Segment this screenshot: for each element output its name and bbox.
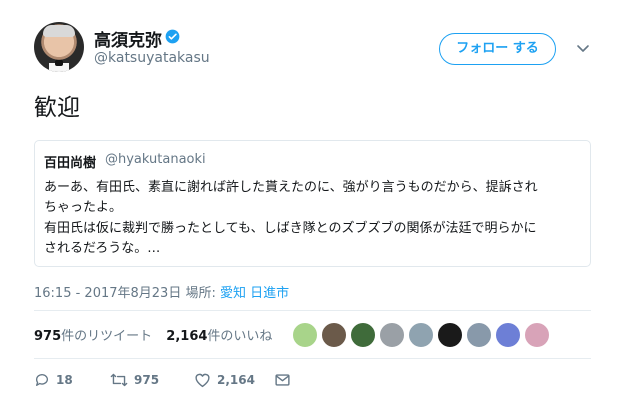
tweet-timestamp[interactable]: 16:15 - 2017年8月23日	[34, 286, 181, 301]
quoted-text-line: 有田氏は仮に裁判で勝ったとしても、しばき隊とのズブズブの関係が法廷で明らかに	[44, 221, 537, 236]
retweet-icon	[110, 373, 128, 387]
liker-avatar[interactable]	[321, 322, 347, 348]
quoted-text-line: ちゃったよ。	[44, 200, 123, 215]
like-count: 2,164	[166, 329, 208, 344]
reply-icon	[35, 374, 48, 386]
liker-avatar[interactable]	[292, 322, 318, 348]
place-label: 場所:	[185, 286, 216, 301]
quoted-user-name: 百田尚樹	[44, 156, 97, 171]
like-action-count: 2,164	[217, 373, 255, 387]
liker-avatar[interactable]	[524, 322, 550, 348]
liker-avatar[interactable]	[495, 322, 521, 348]
follow-button[interactable]: フォロー する	[439, 33, 556, 65]
envelope-icon	[275, 374, 290, 386]
user-handle[interactable]: @katsuyatakasu	[94, 50, 210, 66]
quoted-text-line: あーあ、有田氏、素直に謝れば許した貰えたのに、強がり言うものだから、提訴され	[44, 180, 538, 195]
avatar-bowtie	[55, 60, 63, 66]
user-name[interactable]: 高須克弥	[94, 26, 162, 51]
liker-avatar[interactable]	[350, 322, 376, 348]
quoted-user-handle: @hyakutanaoki	[105, 152, 206, 167]
direct-message-button[interactable]	[274, 372, 291, 390]
quoted-text-line: されるだろうな。…	[44, 241, 161, 256]
like-stat[interactable]: 2,164件のいいね	[166, 329, 272, 344]
liker-avatar[interactable]	[466, 322, 492, 348]
reply-count: 18	[56, 373, 73, 387]
retweet-count: 975	[34, 329, 62, 344]
liker-avatar[interactable]	[437, 322, 463, 348]
avatar-hair	[43, 25, 75, 37]
tweet-text: 歓迎	[34, 95, 80, 121]
reply-button[interactable]: 18	[34, 372, 73, 390]
avatar[interactable]	[34, 22, 84, 72]
place-link[interactable]: 愛知 日進市	[220, 286, 289, 301]
liker-avatar[interactable]	[379, 322, 405, 348]
liker-avatar[interactable]	[408, 322, 434, 348]
chevron-down-icon[interactable]	[575, 40, 591, 56]
tweet-meta: 16:15 - 2017年8月23日 場所: 愛知 日進市	[34, 282, 289, 301]
like-stat-label: 件のいいね	[207, 329, 273, 344]
heart-icon	[195, 373, 210, 388]
like-button[interactable]: 2,164	[194, 372, 255, 390]
divider	[34, 310, 591, 311]
retweet-stat[interactable]: 975件のリツイート	[34, 329, 152, 344]
retweet-action-count: 975	[134, 373, 160, 387]
divider	[34, 358, 591, 359]
tweet-stats: 975件のリツイート 2,164件のいいね	[34, 325, 272, 344]
retweet-button[interactable]: 975	[110, 372, 159, 390]
verified-badge-icon	[165, 29, 180, 44]
retweet-stat-label: 件のリツイート	[61, 329, 153, 344]
